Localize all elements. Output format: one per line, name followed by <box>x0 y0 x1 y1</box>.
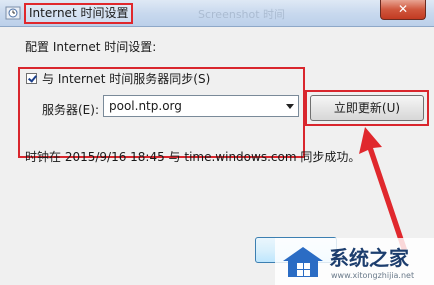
title-bar: Internet 时间设置 Screenshot 时间 ✕ <box>0 0 434 27</box>
sync-checkbox-label: 与 Internet 时间服务器同步(S) <box>42 72 211 86</box>
server-value: pool.ntp.org <box>109 99 182 113</box>
window-title: Internet 时间设置 <box>24 3 134 24</box>
sync-checkbox[interactable] <box>26 73 37 84</box>
sync-checkbox-row[interactable]: 与 Internet 时间服务器同步(S) <box>26 70 210 87</box>
dialog-heading: 配置 Internet 时间设置: <box>25 40 157 54</box>
house-logo-icon <box>283 247 323 277</box>
server-combobox[interactable]: pool.ntp.org <box>103 95 299 117</box>
chevron-down-icon[interactable] <box>286 104 294 109</box>
watermark-brand: 系统之家 <box>329 246 409 270</box>
background-window-title: Screenshot 时间 <box>198 8 286 21</box>
watermark-url: www.xitongzhijia.net <box>331 271 415 280</box>
close-button[interactable]: ✕ <box>380 0 426 20</box>
clock-window-icon <box>5 6 21 20</box>
server-label: 服务器(E): <box>42 103 99 117</box>
sync-status-text: 时钟在 2015/9/16 18:45 与 time.windows.com 同… <box>25 150 361 164</box>
watermark: 系统之家 www.xitongzhijia.net <box>275 238 434 285</box>
update-now-button[interactable]: 立即更新(U) <box>310 95 424 121</box>
